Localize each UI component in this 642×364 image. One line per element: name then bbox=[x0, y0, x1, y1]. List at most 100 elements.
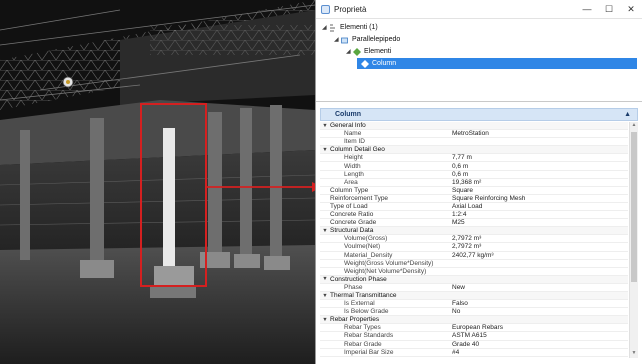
property-category[interactable]: ▼ Structural Data bbox=[320, 227, 628, 236]
property-category[interactable]: ▼ General Info bbox=[320, 122, 628, 131]
property-value[interactable]: #4 bbox=[448, 349, 628, 356]
property-value[interactable]: 1:2:4 bbox=[448, 211, 628, 218]
property-name: Length bbox=[344, 170, 364, 178]
property-row[interactable]: Rebar Grade Grade 40 bbox=[320, 341, 628, 349]
property-name: Reinforcement Type bbox=[330, 194, 389, 202]
expand-arrow-icon[interactable]: ◢ bbox=[334, 36, 341, 43]
cube-icon bbox=[341, 37, 348, 43]
scroll-down-icon[interactable]: ▼ bbox=[630, 350, 638, 358]
property-row[interactable]: Imperial Bar Size #4 bbox=[320, 349, 628, 357]
property-value[interactable]: M25 bbox=[448, 219, 628, 226]
property-value[interactable]: 2,7972 m³ bbox=[448, 235, 628, 242]
property-value[interactable]: 0,6 m bbox=[448, 163, 628, 170]
property-row[interactable]: Is Below Grade No bbox=[320, 308, 628, 317]
property-row[interactable]: Is External Falso bbox=[320, 300, 628, 309]
property-row[interactable]: Weight(Net Volume*Density) bbox=[320, 268, 628, 276]
property-row[interactable]: Rebar Types European Rebars bbox=[320, 324, 628, 333]
property-value[interactable]: Falso bbox=[448, 300, 628, 307]
elements-icon bbox=[353, 47, 361, 56]
property-name: Concrete Ratio bbox=[330, 211, 374, 219]
property-name: Rebar Standards bbox=[344, 332, 394, 340]
property-row[interactable]: Name MetroStation bbox=[320, 130, 628, 139]
column-icon bbox=[361, 59, 369, 68]
tree-item-parallelepipedo[interactable]: ◢ Parallelepipedo bbox=[334, 34, 400, 45]
tree-item-column[interactable]: Column bbox=[357, 58, 637, 69]
property-name: Imperial Bar Size bbox=[344, 348, 394, 356]
property-name: Column Type bbox=[330, 186, 369, 194]
collapse-arrow-icon[interactable]: ▼ bbox=[320, 123, 330, 129]
properties-panel: Proprietà — ☐ ✕ ◢ Elementi (1) ◢ Paralle… bbox=[315, 0, 642, 364]
property-grid: ▼ General Info Name MetroStation Item ID ▼ Col… bbox=[320, 122, 628, 364]
tree-item-label: Elementi bbox=[364, 48, 392, 55]
collapse-arrow-icon[interactable]: ▼ bbox=[320, 317, 330, 323]
minimize-button[interactable]: — bbox=[576, 4, 598, 14]
collapse-arrow-icon[interactable]: ▼ bbox=[320, 276, 330, 282]
property-value[interactable]: European Rebars bbox=[448, 324, 628, 331]
maximize-button[interactable]: ☐ bbox=[598, 4, 620, 15]
scroll-thumb[interactable] bbox=[631, 132, 637, 282]
window-titlebar: Proprietà — ☐ ✕ bbox=[316, 0, 642, 19]
property-value[interactable]: 2402,77 kg/m³ bbox=[448, 252, 628, 259]
category-label: General Info bbox=[330, 122, 366, 130]
tree-item-elementi[interactable]: ◢ Elementi bbox=[346, 46, 391, 57]
property-category[interactable]: ▼ Thermal Transmittance bbox=[320, 291, 628, 301]
collapse-arrow-icon[interactable]: ▼ bbox=[320, 228, 330, 234]
property-row[interactable]: Volume(Gross) 2,7972 m³ bbox=[320, 235, 628, 244]
property-value[interactable]: Axial Load bbox=[448, 203, 628, 210]
scroll-up-icon[interactable]: ▲ bbox=[630, 122, 638, 130]
property-name: Weight(Net Volume*Density) bbox=[344, 267, 427, 275]
property-value[interactable]: Grade 40 bbox=[448, 341, 628, 348]
property-category[interactable]: ▼ Column Detail Geo bbox=[320, 146, 628, 155]
collapse-arrow-icon[interactable]: ▼ bbox=[320, 293, 330, 299]
property-value[interactable]: New bbox=[448, 284, 628, 291]
property-value[interactable]: 7,77 m bbox=[448, 154, 628, 161]
property-name: Item ID bbox=[344, 138, 365, 146]
property-value[interactable]: 19,368 m² bbox=[448, 179, 628, 186]
property-name: Voulme(Net) bbox=[344, 243, 381, 251]
selection-tree: ◢ Elementi (1) ◢ Parallelepipedo ◢ Eleme… bbox=[316, 19, 642, 102]
property-row[interactable]: Concrete Ratio 1:2:4 bbox=[320, 211, 628, 220]
property-row[interactable]: Column Type Square bbox=[320, 187, 628, 195]
property-name: Height bbox=[344, 154, 363, 162]
property-row[interactable]: Item ID bbox=[320, 138, 628, 147]
section-title: Column bbox=[335, 111, 362, 118]
property-category[interactable]: ▼ Construction Phase bbox=[320, 275, 628, 284]
property-name: Volume(Gross) bbox=[344, 235, 388, 243]
property-row[interactable]: Reinforcement Type Square Reinforcing Mes… bbox=[320, 195, 628, 203]
expand-arrow-icon[interactable]: ◢ bbox=[346, 48, 353, 55]
property-row[interactable]: Phase New bbox=[320, 284, 628, 292]
elements-icon bbox=[330, 24, 335, 31]
close-button[interactable]: ✕ bbox=[620, 4, 642, 15]
property-value[interactable]: No bbox=[448, 308, 628, 315]
property-row[interactable]: Concrete Grade M25 bbox=[320, 219, 628, 228]
tree-item-label: Column bbox=[372, 60, 397, 67]
expand-arrow-icon[interactable]: ◢ bbox=[322, 24, 329, 31]
property-name: Rebar Types bbox=[344, 324, 381, 332]
property-value[interactable]: ASTM A615 bbox=[448, 332, 628, 339]
section-header-column[interactable]: Column ▲ bbox=[320, 108, 638, 121]
collapse-arrow-icon[interactable]: ▼ bbox=[320, 147, 330, 153]
property-row[interactable]: Area 19,368 m² bbox=[320, 179, 628, 187]
property-category[interactable]: ▼ Rebar Properties bbox=[320, 316, 628, 325]
property-row[interactable]: Weight(Gross Volume*Density) bbox=[320, 260, 628, 268]
property-row[interactable]: Rebar Standards ASTM A615 bbox=[320, 332, 628, 341]
property-row[interactable]: Material_Density 2402,77 kg/m³ bbox=[320, 252, 628, 260]
collapse-icon[interactable]: ▲ bbox=[624, 111, 631, 118]
property-row[interactable]: Width 0,6 m bbox=[320, 162, 628, 171]
property-row[interactable]: Type of Load Axial Load bbox=[320, 203, 628, 212]
category-label: Construction Phase bbox=[330, 275, 387, 283]
property-value[interactable]: 2,7972 m³ bbox=[448, 243, 628, 250]
property-value[interactable]: Square Reinforcing Mesh bbox=[448, 195, 628, 202]
window-title: Proprietà bbox=[334, 4, 367, 14]
property-value[interactable]: MetroStation bbox=[448, 130, 628, 137]
property-row[interactable]: Voulme(Net) 2,7972 m³ bbox=[320, 243, 628, 252]
property-row[interactable]: Height 7,77 m bbox=[320, 154, 628, 163]
property-value[interactable]: Square bbox=[448, 187, 628, 194]
property-scrollbar[interactable]: ▲ ▼ bbox=[629, 122, 638, 358]
property-name: Phase bbox=[344, 283, 363, 291]
property-value[interactable]: 0,6 m bbox=[448, 171, 628, 178]
properties-app-icon bbox=[321, 4, 330, 14]
tree-item-root[interactable]: ◢ Elementi (1) bbox=[322, 22, 378, 33]
property-name: Name bbox=[344, 130, 362, 138]
property-row[interactable]: Length 0,6 m bbox=[320, 171, 628, 179]
